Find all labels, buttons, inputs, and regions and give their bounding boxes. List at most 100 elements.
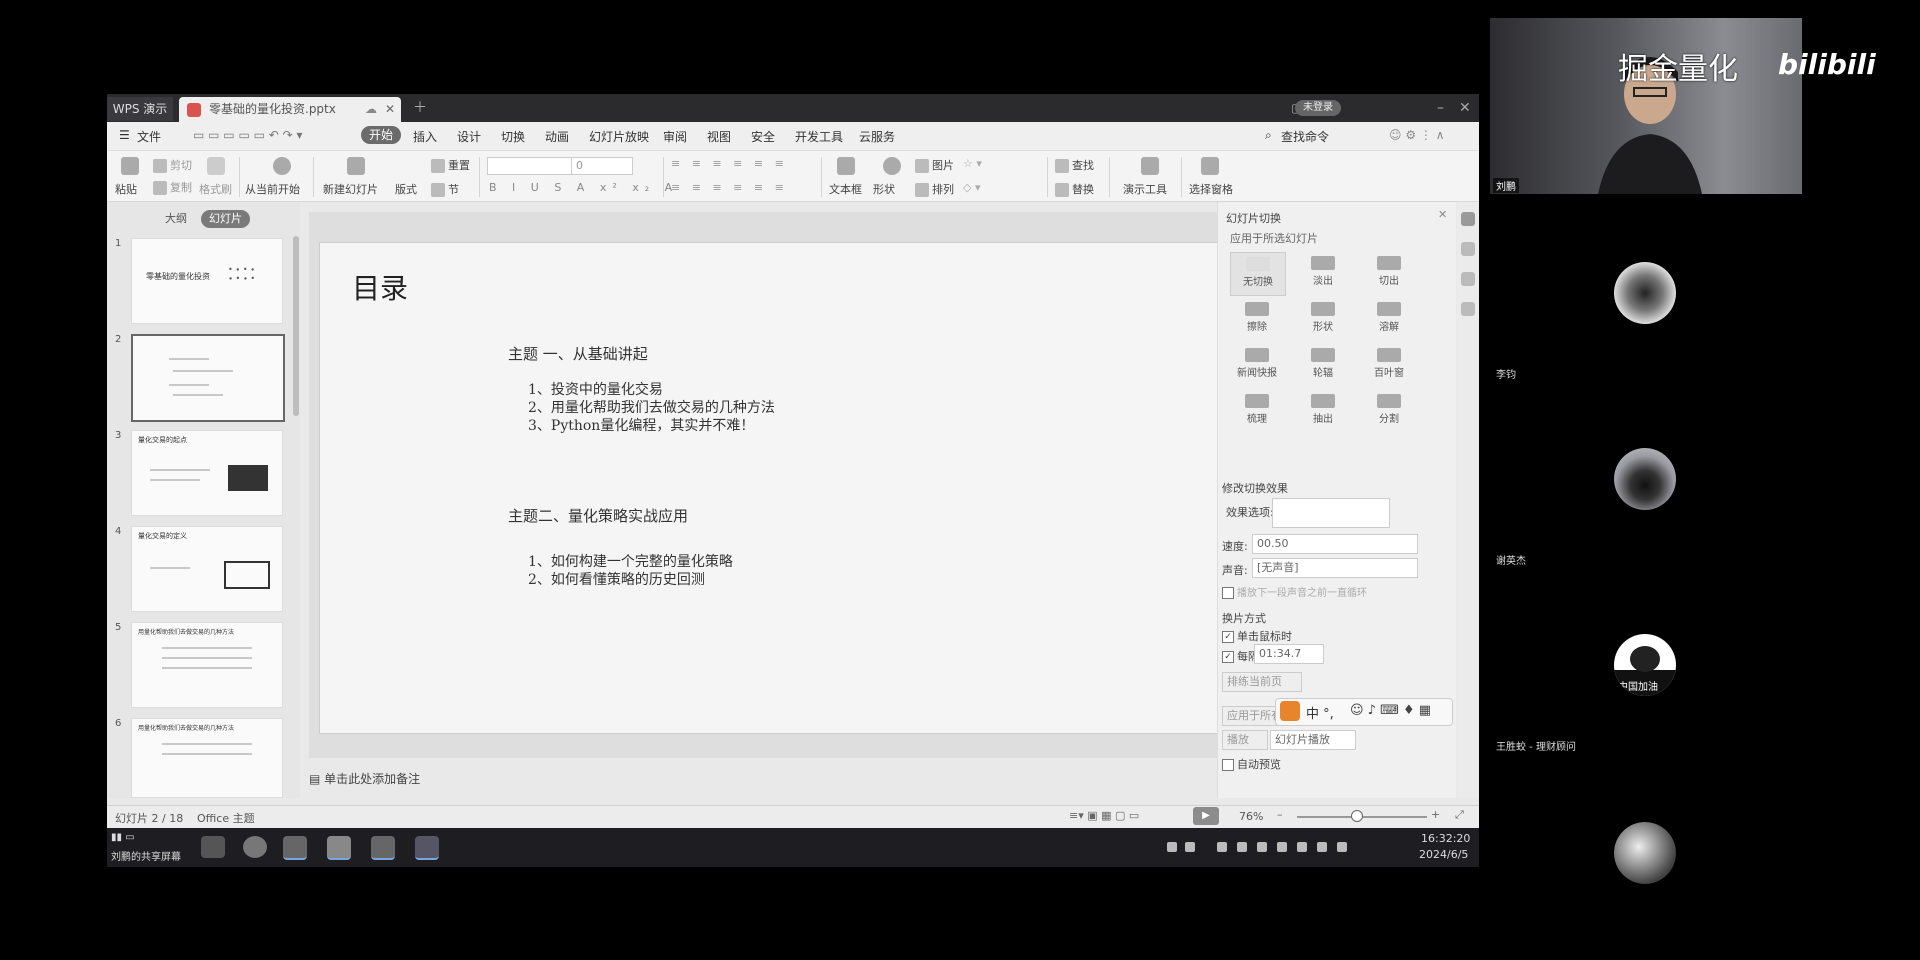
- share-icon[interactable]: [1461, 242, 1475, 256]
- tab-review[interactable]: 审阅: [663, 128, 687, 145]
- picture-button[interactable]: 图片: [915, 157, 954, 173]
- topic-two-item[interactable]: 1、如何构建一个完整的量化策略: [528, 551, 733, 571]
- transition-wheel[interactable]: 轮辐: [1296, 344, 1350, 386]
- topic-one-item[interactable]: 3、Python量化编程，其实并不难！: [528, 415, 754, 435]
- pane-close-icon[interactable]: ✕: [1438, 208, 1447, 221]
- slide-thumbnail-4[interactable]: 量化交易的定义: [131, 526, 283, 612]
- tray-icon[interactable]: [1277, 842, 1287, 852]
- tab-insert[interactable]: 插入: [413, 128, 437, 145]
- arrange-button[interactable]: 排列: [915, 181, 954, 197]
- tab-view[interactable]: 视图: [707, 128, 731, 145]
- wps-app-tab[interactable]: WPS 演示: [107, 97, 173, 121]
- tray-icon[interactable]: [1185, 842, 1195, 852]
- topic-one-heading[interactable]: 主题 一、从基础讲起: [508, 343, 648, 364]
- tab-transition[interactable]: 切换: [501, 128, 525, 145]
- adjust-icon[interactable]: [1461, 302, 1475, 316]
- new-tab-icon[interactable]: ＋: [413, 94, 427, 122]
- copy-button[interactable]: 复制: [153, 179, 192, 195]
- hamburger-icon[interactable]: ☰: [119, 128, 130, 142]
- capture-tool-icon[interactable]: [415, 836, 439, 860]
- zoom-out-icon[interactable]: –: [1277, 808, 1283, 821]
- menu-file[interactable]: 文件: [137, 128, 161, 145]
- from-current-button[interactable]: 从当前开始: [245, 181, 300, 197]
- topic-two-heading[interactable]: 主题二、量化策略实战应用: [508, 505, 688, 526]
- current-slide[interactable]: 目录 主题 一、从基础讲起 1、投资中的量化交易 2、用量化帮助我们去做交易的几…: [319, 242, 1287, 734]
- new-slide-button[interactable]: 新建幻灯片: [323, 181, 378, 197]
- every-time-input[interactable]: 01:34.7: [1254, 644, 1324, 664]
- notes-area[interactable]: ▤ 单击此处添加备注: [309, 770, 609, 790]
- slide-title[interactable]: 目录: [352, 267, 408, 307]
- transition-split[interactable]: 分割: [1362, 390, 1416, 432]
- autopreview-checkbox[interactable]: 自动预览: [1222, 756, 1281, 772]
- transition-none[interactable]: 无切换: [1230, 252, 1286, 296]
- layout-button[interactable]: 版式: [395, 181, 417, 197]
- topic-one-item[interactable]: 1、投资中的量化交易: [528, 379, 663, 399]
- close-window-icon[interactable]: ✕: [1459, 94, 1471, 122]
- zoom-in-icon[interactable]: +: [1431, 808, 1440, 821]
- tab-security[interactable]: 安全: [751, 128, 775, 145]
- transition-comb[interactable]: 梳理: [1230, 390, 1284, 432]
- star-icon[interactable]: [1461, 272, 1475, 286]
- align-icons[interactable]: ≡ ≡ ≡ ≡ ≡ ≡: [671, 181, 788, 194]
- tab-home[interactable]: 开始: [361, 126, 402, 144]
- play-button[interactable]: 播放: [1222, 730, 1268, 750]
- document-tab[interactable]: 零基础的量化投资.pptx ☁ ✕: [179, 97, 401, 122]
- browser-icon[interactable]: [243, 836, 267, 858]
- thumbnail-scrollbar[interactable]: [293, 236, 299, 416]
- tab-developer[interactable]: 开发工具: [795, 128, 843, 145]
- transition-cut[interactable]: 切出: [1362, 252, 1416, 294]
- view-mode-icons[interactable]: ≡▾ ▣ ▦ ▢ ▭: [1069, 809, 1139, 822]
- tab-slides[interactable]: 幻灯片: [201, 210, 250, 228]
- slideshow-play-button[interactable]: ▶: [1193, 807, 1219, 825]
- format-painter-button[interactable]: 格式刷: [199, 181, 232, 197]
- files-icon[interactable]: [201, 836, 225, 858]
- tray-icon[interactable]: [1297, 842, 1307, 852]
- zoom-slider-handle[interactable]: [1350, 810, 1363, 822]
- transition-wipe[interactable]: 擦除: [1230, 298, 1284, 340]
- shape-button[interactable]: 形状: [873, 181, 895, 197]
- participant-avatar[interactable]: [1614, 822, 1676, 884]
- search-command[interactable]: 查找命令: [1281, 128, 1329, 145]
- list-icons[interactable]: ≡ ≡ ≡ ≡ ≡ ≡: [671, 157, 788, 170]
- slideshow-button[interactable]: 幻灯片播放: [1270, 730, 1356, 750]
- reset-button[interactable]: 重置: [431, 157, 470, 173]
- slide-thumbnail-3[interactable]: 量化交易的起点: [131, 430, 283, 516]
- tab-slideshow[interactable]: 幻灯片放映: [589, 128, 649, 145]
- transition-pull[interactable]: 抽出: [1296, 390, 1350, 432]
- topic-two-item[interactable]: 2、如何看懂策略的历史回测: [528, 569, 705, 589]
- font-name-select[interactable]: [487, 157, 573, 175]
- network-icon[interactable]: [1317, 842, 1327, 852]
- wps-presentation-icon[interactable]: [327, 836, 351, 860]
- rehearse-button[interactable]: 排练当前页: [1222, 672, 1302, 692]
- transition-newsflash[interactable]: 新闻快报: [1230, 344, 1284, 386]
- paste-button[interactable]: 粘贴: [115, 181, 137, 197]
- tray-icon[interactable]: [1237, 842, 1247, 852]
- meeting-app-icon[interactable]: [283, 836, 307, 860]
- transition-shape[interactable]: 形状: [1296, 298, 1350, 340]
- tray-icon[interactable]: [1217, 842, 1227, 852]
- section-button[interactable]: 节: [431, 181, 459, 197]
- tab-design[interactable]: 设计: [457, 128, 481, 145]
- loop-sound-checkbox[interactable]: 播放下一段声音之前一直循环: [1222, 584, 1367, 599]
- slide-thumbnail-2[interactable]: [131, 334, 285, 422]
- other-shape-icons[interactable]: ☆ ▾: [963, 157, 982, 170]
- on-click-checkbox[interactable]: ✓ 单击鼠标时: [1222, 628, 1292, 644]
- slide-thumbnail-1[interactable]: 零基础的量化投资 • ∙ • ∙ ∙ • ∙ •: [131, 238, 283, 324]
- speed-input[interactable]: 00.50: [1252, 534, 1418, 554]
- tray-icon[interactable]: [1257, 842, 1267, 852]
- slide-thumbnail-5[interactable]: 用量化帮助我们去做交易的几种方法: [131, 622, 283, 708]
- settings-icon[interactable]: ☺ ⚙ ⋮ ∧: [1389, 128, 1445, 142]
- effect-options-select[interactable]: [1272, 498, 1390, 528]
- other-arrange-icons[interactable]: ◇ ▾: [963, 181, 980, 194]
- tab-outline[interactable]: 大纲: [157, 210, 195, 228]
- minimize-icon[interactable]: –: [1437, 94, 1444, 122]
- participant-avatar[interactable]: [1614, 448, 1676, 510]
- sound-select[interactable]: [无声音]: [1252, 558, 1418, 578]
- cut-button[interactable]: 剪切: [153, 157, 192, 173]
- font-style-icons[interactable]: B I U S A x² x₂ A: [489, 181, 678, 194]
- replace-button[interactable]: 替换: [1055, 181, 1094, 197]
- ime-toolbar[interactable]: 中 °, ☺ ♪ ⌨ ♦ ▦: [1275, 698, 1453, 726]
- transition-dissolve[interactable]: 溶解: [1362, 298, 1416, 340]
- tab-close-icon[interactable]: ✕: [385, 97, 395, 122]
- tray-icon[interactable]: [1167, 842, 1177, 852]
